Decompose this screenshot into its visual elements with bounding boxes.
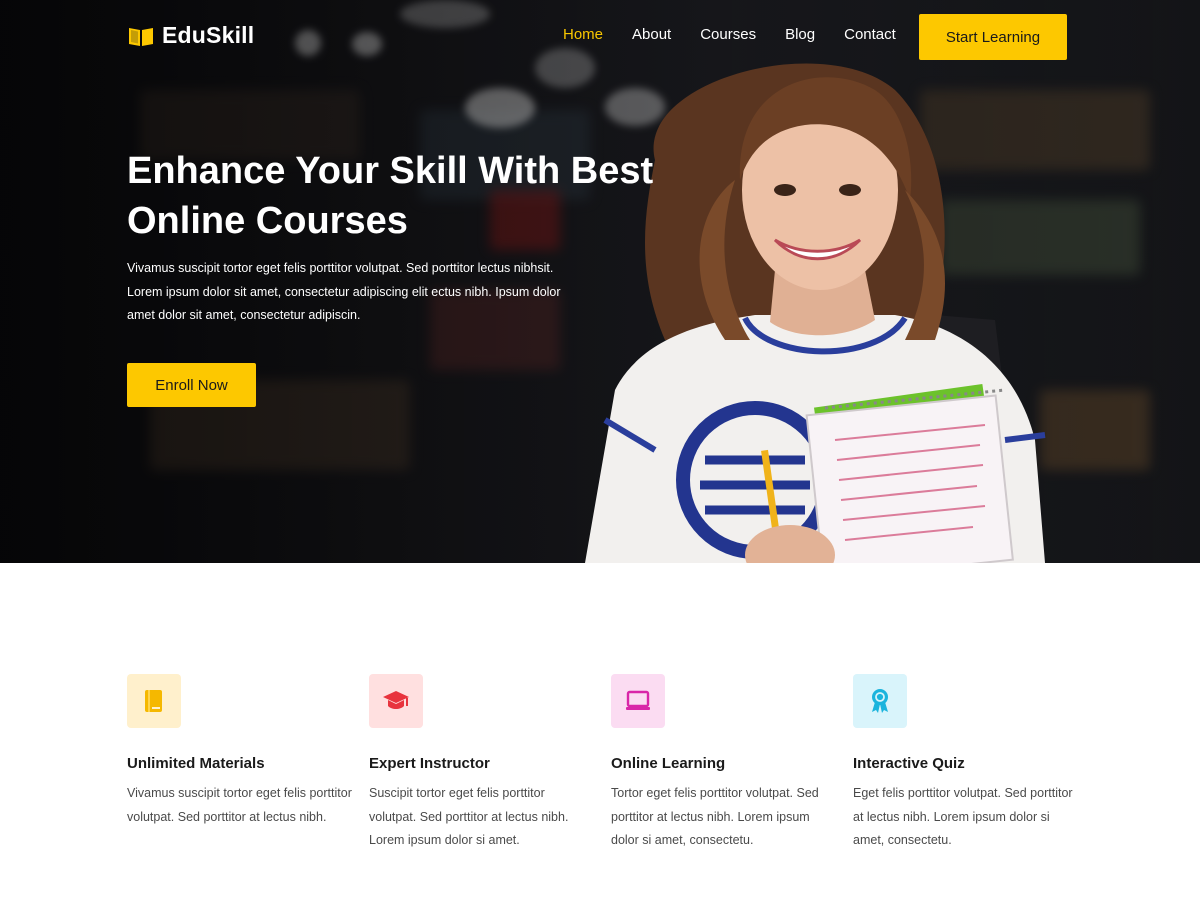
features-section: Unlimited Materials Vivamus suscipit tor… <box>127 674 1127 874</box>
feature-icon-box <box>853 674 907 728</box>
student-photo <box>585 63 1046 563</box>
nav-link-about[interactable]: About <box>632 26 671 43</box>
feature-icon-box <box>369 674 423 728</box>
feature-title: Interactive Quiz <box>853 755 965 772</box>
brand-logo[interactable]: EduSkill <box>128 22 254 49</box>
nav-link-courses[interactable]: Courses <box>700 26 756 43</box>
nav-link-home[interactable]: Home <box>563 26 603 43</box>
nav-link-contact[interactable]: Contact <box>844 26 896 43</box>
feature-card-online-learning: Online Learning Tortor eget felis portti… <box>611 674 831 853</box>
nav-link-blog[interactable]: Blog <box>785 26 815 43</box>
feature-title: Unlimited Materials <box>127 755 265 772</box>
feature-card-unlimited-materials: Unlimited Materials Vivamus suscipit tor… <box>127 674 352 829</box>
brand-name: EduSkill <box>162 22 255 48</box>
feature-description: Suscipit tortor eget felis porttitor vol… <box>369 786 569 847</box>
hero-title: Enhance Your Skill With Best Online Cour… <box>127 150 654 242</box>
graduation-cap-icon <box>383 691 409 709</box>
feature-card-expert-instructor: Expert Instructor Suscipit tortor eget f… <box>369 674 589 853</box>
hero-description: Vivamus suscipit tortor eget felis portt… <box>127 261 561 322</box>
main-menu: Home About Courses Blog Contact <box>563 26 925 43</box>
enroll-now-button[interactable]: Enroll Now <box>127 363 256 407</box>
start-learning-button[interactable]: Start Learning <box>919 14 1067 60</box>
feature-icon-box <box>127 674 181 728</box>
feature-description: Tortor eget felis porttitor volutpat. Se… <box>611 786 819 847</box>
award-ribbon-icon <box>872 689 888 713</box>
laptop-icon <box>626 690 650 710</box>
feature-description: Vivamus suscipit tortor eget felis portt… <box>127 786 352 824</box>
feature-description: Eget felis porttitor volutpat. Sed portt… <box>853 786 1073 847</box>
book-icon <box>145 690 162 712</box>
feature-title: Online Learning <box>611 755 726 772</box>
open-book-icon <box>129 27 153 46</box>
top-navigation: EduSkill Home About Courses Blog Contact… <box>0 0 1200 74</box>
feature-card-interactive-quiz: Interactive Quiz Eget felis porttitor vo… <box>853 674 1073 853</box>
feature-icon-box <box>611 674 665 728</box>
feature-title: Expert Instructor <box>369 755 490 772</box>
